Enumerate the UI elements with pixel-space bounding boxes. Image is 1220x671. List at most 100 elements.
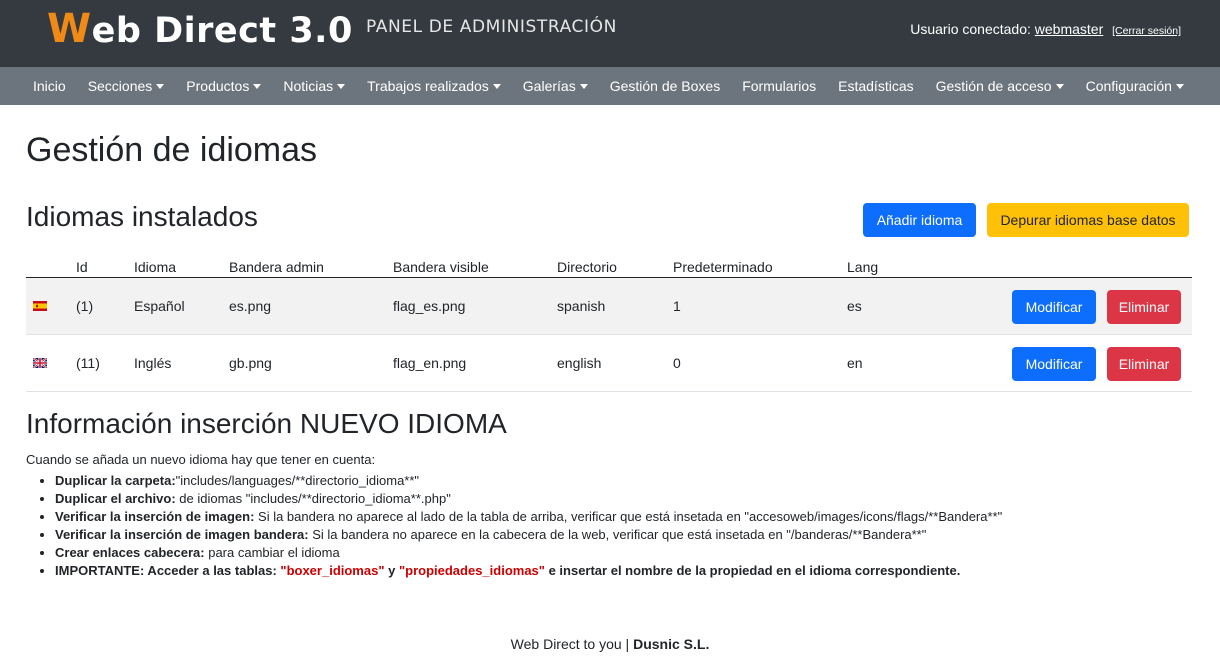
item-text: para cambiar el idioma bbox=[204, 545, 340, 560]
col-bandera-admin: Bandera admin bbox=[229, 259, 324, 275]
nav-formularios[interactable]: Formularios bbox=[731, 78, 827, 94]
info-title: Información inserción NUEVO IDIOMA bbox=[26, 408, 507, 439]
table-row: (1) Español es.png flag_es.png spanish 1… bbox=[26, 278, 1192, 335]
footer: Web Direct to you | Dusnic S.L. bbox=[0, 636, 1220, 652]
nav-label: Formularios bbox=[742, 78, 817, 94]
cell-bandera-admin: es.png bbox=[229, 298, 272, 314]
nav-label: Estadísticas bbox=[838, 78, 914, 94]
list-item: Crear enlaces cabecera: para cambiar el … bbox=[55, 544, 1002, 562]
list-item: Verificar la inserción de imagen: Si la … bbox=[55, 508, 1002, 526]
list-item: Verificar la inserción de imagen bandera… bbox=[55, 526, 1002, 544]
cell-directorio: spanish bbox=[557, 298, 606, 314]
delete-button[interactable]: Eliminar bbox=[1107, 290, 1181, 324]
info-list: Duplicar la carpeta:"includes/languages/… bbox=[55, 472, 1002, 580]
cell-bandera-visible: flag_en.png bbox=[393, 355, 467, 371]
cell-predeterminado: 0 bbox=[673, 355, 681, 371]
caret-down-icon bbox=[253, 83, 262, 89]
col-bandera-visible: Bandera visible bbox=[393, 259, 489, 275]
cell-lang: en bbox=[847, 355, 863, 371]
item-bold: Duplicar el archivo: bbox=[55, 491, 176, 506]
col-id: Id bbox=[76, 259, 88, 275]
add-language-button[interactable]: Añadir idioma bbox=[863, 203, 976, 237]
nav-label: Secciones bbox=[87, 78, 153, 94]
table-row: (11) Inglés gb.png flag_en.png english 0… bbox=[26, 335, 1192, 392]
modify-button[interactable]: Modificar bbox=[1012, 347, 1096, 381]
table-name-boxer: "boxer_idiomas" bbox=[280, 563, 385, 578]
nav-galerias[interactable]: Galerías bbox=[512, 78, 599, 94]
main-navbar: Inicio Secciones Productos Noticias Trab… bbox=[0, 67, 1220, 105]
delete-button[interactable]: Eliminar bbox=[1107, 347, 1181, 381]
nav-noticias[interactable]: Noticias bbox=[272, 78, 356, 94]
nav-gestion-boxes[interactable]: Gestión de Boxes bbox=[599, 78, 732, 94]
nav-configuracion[interactable]: Configuración bbox=[1075, 78, 1195, 94]
user-area: Usuario conectado: webmaster [Cerrar ses… bbox=[910, 21, 1181, 37]
col-lang: Lang bbox=[847, 259, 879, 275]
list-item: Duplicar el archivo: de idiomas "include… bbox=[55, 490, 1002, 508]
panel-title: PANEL DE ADMINISTRACIÓN bbox=[366, 17, 617, 37]
purge-languages-button[interactable]: Depurar idiomas base datos bbox=[987, 203, 1189, 237]
nav-label: Gestión de Boxes bbox=[609, 78, 721, 94]
footer-company: Dusnic S.L. bbox=[633, 636, 710, 652]
logout-link[interactable]: [Cerrar sesión] bbox=[1112, 25, 1181, 37]
cell-idioma: Español bbox=[134, 298, 185, 314]
important-suffix: e insertar el nombre de la propiedad en … bbox=[544, 563, 961, 578]
cell-predeterminado: 1 bbox=[673, 298, 681, 314]
caret-down-icon bbox=[492, 83, 501, 89]
item-bold: Verificar la inserción de imagen bandera… bbox=[55, 527, 309, 542]
list-item: Duplicar la carpeta:"includes/languages/… bbox=[55, 472, 1002, 490]
logo-text: eb Direct 3.0 bbox=[91, 11, 353, 51]
info-intro: Cuando se añada un nuevo idioma hay que … bbox=[26, 452, 376, 467]
item-bold: Duplicar la carpeta: bbox=[55, 473, 176, 488]
item-bold: Crear enlaces cabecera: bbox=[55, 545, 205, 560]
user-label: Usuario conectado: bbox=[910, 21, 1031, 37]
important-and: y bbox=[384, 563, 399, 578]
nav-label: Inicio bbox=[33, 78, 66, 94]
list-item-important: IMPORTANTE: Acceder a las tablas: "boxer… bbox=[55, 562, 1002, 580]
nav-label: Configuración bbox=[1085, 78, 1172, 94]
nav-trabajos-realizados[interactable]: Trabajos realizados bbox=[356, 78, 512, 94]
nav-productos[interactable]: Productos bbox=[175, 78, 272, 94]
caret-down-icon bbox=[579, 83, 588, 89]
nav-label: Galerías bbox=[522, 78, 576, 94]
cell-bandera-admin: gb.png bbox=[229, 355, 272, 371]
table-header: Id Idioma Bandera admin Bandera visible … bbox=[26, 244, 1192, 278]
important-prefix: IMPORTANTE: Acceder a las tablas: bbox=[55, 563, 281, 578]
caret-down-icon bbox=[337, 83, 346, 89]
nav-inicio[interactable]: Inicio bbox=[22, 78, 77, 94]
cell-bandera-visible: flag_es.png bbox=[393, 298, 466, 314]
nav-estadisticas[interactable]: Estadísticas bbox=[827, 78, 924, 94]
languages-table: Id Idioma Bandera admin Bandera visible … bbox=[26, 244, 1192, 392]
item-bold: Verificar la inserción de imagen: bbox=[55, 509, 255, 524]
footer-text: Web Direct to you | bbox=[510, 636, 634, 652]
nav-label: Gestión de acceso bbox=[935, 78, 1052, 94]
cell-directorio: english bbox=[557, 355, 602, 371]
caret-down-icon bbox=[156, 83, 165, 89]
table-name-propiedades: "propiedades_idiomas" bbox=[398, 563, 545, 578]
item-text: de idiomas "includes/**directorio_idioma… bbox=[175, 491, 451, 506]
nav-gestion-acceso[interactable]: Gestión de acceso bbox=[925, 78, 1075, 94]
col-directorio: Directorio bbox=[557, 259, 617, 275]
page-title: Gestión de idiomas bbox=[26, 131, 318, 169]
item-text: "includes/languages/**directorio_idioma*… bbox=[175, 473, 420, 488]
section-title-installed: Idiomas instalados bbox=[26, 201, 258, 232]
cell-id: (1) bbox=[76, 298, 94, 314]
modify-button[interactable]: Modificar bbox=[1012, 290, 1096, 324]
username-link[interactable]: webmaster bbox=[1035, 21, 1103, 37]
item-text: Si la bandera no aparece en la cabecera … bbox=[308, 527, 927, 542]
cell-id: (11) bbox=[76, 355, 100, 371]
nav-label: Noticias bbox=[283, 78, 334, 94]
item-text: Si la bandera no aparece al lado de la t… bbox=[254, 509, 1003, 524]
top-header: Web Direct 3.0 PANEL DE ADMINISTRACIÓN U… bbox=[0, 0, 1220, 67]
nav-secciones[interactable]: Secciones bbox=[77, 78, 176, 94]
caret-down-icon bbox=[1175, 83, 1184, 89]
logo-w: W bbox=[47, 6, 92, 52]
logo[interactable]: Web Direct 3.0 bbox=[47, 6, 353, 52]
uk-flag-icon bbox=[33, 358, 47, 368]
col-predeterminado: Predeterminado bbox=[673, 259, 773, 275]
nav-label: Productos bbox=[186, 78, 250, 94]
nav-label: Trabajos realizados bbox=[367, 78, 489, 94]
spain-flag-icon bbox=[33, 301, 47, 311]
caret-down-icon bbox=[1055, 83, 1064, 89]
col-idioma: Idioma bbox=[134, 259, 177, 275]
cell-idioma: Inglés bbox=[134, 355, 172, 371]
